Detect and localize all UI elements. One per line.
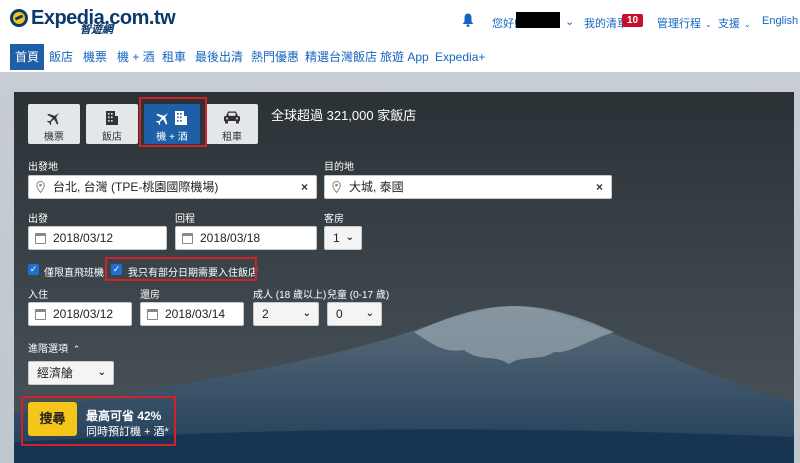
nav-item-expedia-plus[interactable]: Expedia+ xyxy=(435,44,485,70)
checkin-label: 入住 xyxy=(28,290,48,301)
cabin-class-select[interactable]: 經濟艙 ⌄ xyxy=(28,361,114,385)
destination-value: 大城, 泰國 xyxy=(349,180,404,194)
main-nav: 首頁 飯店 機票 機 + 酒 租車 最後出清 熱門優惠 精選台灣飯店 旅遊 Ap… xyxy=(0,44,800,70)
support-label: 支援 xyxy=(718,18,740,30)
greeting-label: 您好! xyxy=(492,18,518,30)
nav-item-home[interactable]: 首頁 xyxy=(10,44,45,70)
calendar-icon xyxy=(35,233,46,244)
tab-hotels-label: 飯店 xyxy=(102,132,122,143)
tab-cars[interactable]: 租車 xyxy=(206,104,258,144)
location-pin-icon xyxy=(36,181,45,193)
return-date-value: 2018/03/18 xyxy=(200,231,261,245)
highlight-box-search xyxy=(21,396,176,446)
chevron-down-icon: ⌄ xyxy=(302,308,311,319)
car-icon xyxy=(224,111,240,124)
adults-label: 成人 (18 歲以上) xyxy=(253,290,327,301)
tab-flights-label: 機票 xyxy=(44,132,64,143)
nav-item-cars[interactable]: 租車 xyxy=(162,44,186,70)
checkin-date-value: 2018/03/12 xyxy=(53,307,114,321)
chevron-up-icon: ⌃ xyxy=(72,344,81,354)
my-list-count-badge: 10 xyxy=(622,14,644,27)
tab-flights[interactable]: 機票 xyxy=(28,104,80,144)
nav-item-deals[interactable]: 熱門優惠 xyxy=(251,44,299,70)
highlight-box-flight-hotel-tab xyxy=(139,97,207,147)
chevron-down-icon: ⌄ xyxy=(705,20,712,29)
depart-date-field[interactable]: 2018/03/12 xyxy=(28,226,167,250)
cabin-class-value: 經濟艙 xyxy=(37,366,74,380)
plane-icon xyxy=(46,113,59,126)
rooms-label: 客房 xyxy=(324,214,344,225)
manage-trips-label: 管理行程 xyxy=(657,18,701,30)
nav-item-last-minute[interactable]: 最後出清 xyxy=(195,44,243,70)
direct-only-label: 僅限直飛班機 xyxy=(44,268,104,279)
hotel-icon xyxy=(106,111,118,125)
language-link[interactable]: English xyxy=(762,15,798,27)
origin-label: 出發地 xyxy=(28,162,58,173)
checkout-date-field[interactable]: 2018/03/14 xyxy=(140,302,244,326)
nav-item-flight-hotel[interactable]: 機 + 酒 xyxy=(117,44,155,70)
checkout-label: 還房 xyxy=(140,290,160,301)
destination-label: 目的地 xyxy=(324,162,354,173)
calendar-icon xyxy=(35,309,46,320)
highlight-box-partial-hotel xyxy=(105,257,257,281)
children-value: 0 xyxy=(336,307,343,321)
destination-field[interactable]: 大城, 泰國 × xyxy=(324,175,612,199)
origin-field[interactable]: 台北, 台灣 (TPE-桃園國際機場) × xyxy=(28,175,317,199)
rooms-select[interactable]: 1 ⌄ xyxy=(324,226,362,250)
redacted-username xyxy=(516,12,560,28)
advanced-options-label: 進階選項 xyxy=(28,344,68,355)
nav-item-taiwan-hotels[interactable]: 精選台灣飯店 xyxy=(305,44,377,70)
nav-item-flights[interactable]: 機票 xyxy=(83,44,107,70)
chevron-down-icon: ⌄ xyxy=(744,20,751,29)
location-pin-icon xyxy=(332,181,341,193)
nav-item-hotels[interactable]: 飯店 xyxy=(49,44,73,70)
support-link[interactable]: 支援 ⌄ xyxy=(718,15,751,31)
return-date-field[interactable]: 2018/03/18 xyxy=(175,226,317,250)
direct-only-checkbox[interactable]: ✓ xyxy=(28,264,39,275)
chevron-down-icon: ⌄ xyxy=(97,367,106,378)
bell-icon[interactable] xyxy=(462,13,474,27)
nav-item-app[interactable]: 旅遊 App xyxy=(380,44,429,70)
account-chevron-icon[interactable]: ⌄ xyxy=(565,15,574,28)
depart-label: 出發 xyxy=(28,214,48,225)
clear-destination-icon[interactable]: × xyxy=(596,176,603,198)
children-select[interactable]: 0 ⌄ xyxy=(327,302,382,326)
calendar-icon xyxy=(147,309,158,320)
rooms-value: 1 xyxy=(333,231,340,245)
chevron-down-icon: ⌄ xyxy=(345,232,354,243)
tab-hotels[interactable]: 飯店 xyxy=(86,104,138,144)
adults-select[interactable]: 2 ⌄ xyxy=(253,302,319,326)
logo-subtext: 智遊網 xyxy=(80,24,113,36)
top-header: Expedia.com.tw 智遊網 您好! ⌄ 我的清單 10 管理行程 ⌄ 支… xyxy=(0,0,800,40)
advanced-options-toggle[interactable]: 進階選項 ⌃ xyxy=(28,340,80,355)
expedia-globe-icon xyxy=(10,9,28,27)
origin-value: 台北, 台灣 (TPE-桃園國際機場) xyxy=(53,180,219,194)
depart-date-value: 2018/03/12 xyxy=(53,231,114,245)
tab-cars-label: 租車 xyxy=(222,132,242,143)
children-label: 兒童 (0-17 歲) xyxy=(327,290,390,301)
return-label: 回程 xyxy=(175,214,195,225)
chevron-down-icon: ⌄ xyxy=(365,308,374,319)
hotel-count-headline: 全球超過 321,000 家飯店 xyxy=(271,108,417,123)
calendar-icon xyxy=(182,233,193,244)
checkout-date-value: 2018/03/14 xyxy=(165,307,226,321)
manage-trips-link[interactable]: 管理行程 ⌄ xyxy=(657,15,712,31)
checkin-date-field[interactable]: 2018/03/12 xyxy=(28,302,132,326)
clear-origin-icon[interactable]: × xyxy=(301,176,308,198)
adults-value: 2 xyxy=(262,307,269,321)
